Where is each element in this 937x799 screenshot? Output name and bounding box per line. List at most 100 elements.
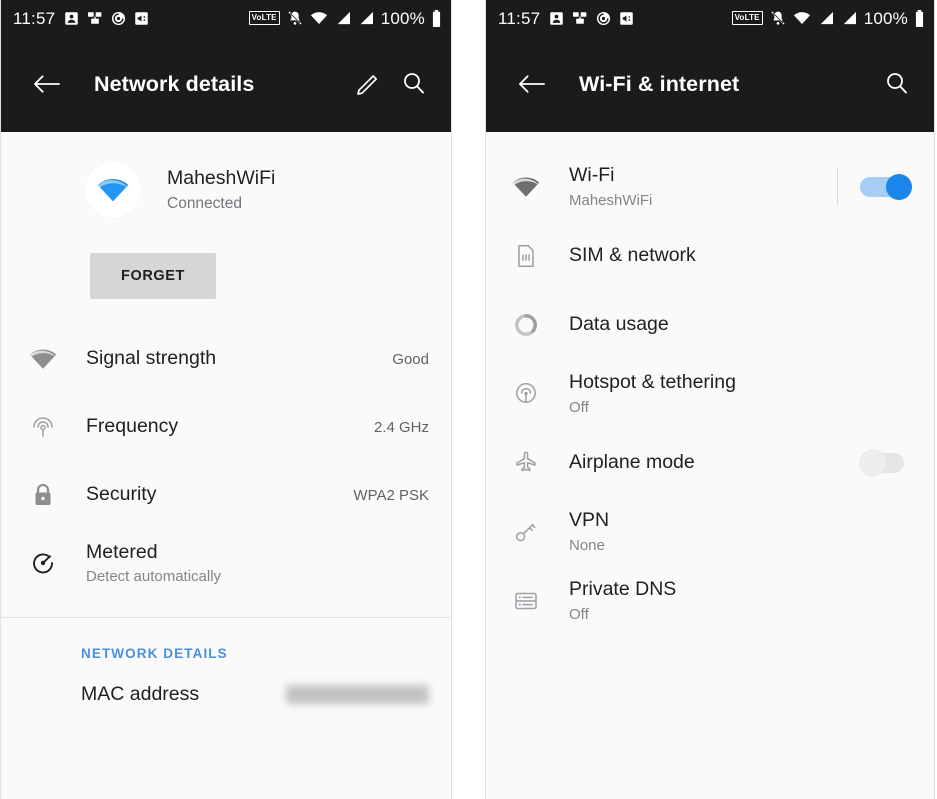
row-value: WPA2 PSK [353, 486, 429, 504]
airplane-mode-toggle[interactable] [860, 449, 912, 476]
row-title: Metered [86, 540, 158, 563]
wifi-signal-icon [23, 348, 63, 370]
toggle-thumb [860, 449, 886, 476]
mac-address-value-redacted [286, 685, 429, 704]
row-subtitle: Off [569, 398, 589, 416]
row-body: Security [86, 483, 341, 506]
list-item[interactable]: Hotspot & tethering Off [486, 359, 934, 428]
row-title: Frequency [86, 415, 179, 438]
row-body: Private DNS Off [569, 578, 912, 622]
notifications-muted-icon [770, 10, 786, 26]
row-body: Frequency [86, 415, 362, 438]
status-left-icons [549, 11, 642, 26]
media-icon [134, 11, 149, 26]
mac-address-label: MAC address [81, 683, 200, 705]
screen-record-icon [111, 11, 126, 26]
pencil-icon[interactable] [345, 65, 391, 103]
list-item[interactable]: Wi-Fi MaheshWiFi [486, 152, 934, 221]
row-title: SIM & network [569, 243, 696, 266]
wifi-icon [310, 11, 328, 25]
battery-icon [432, 9, 441, 27]
battery-percent-label: 100% [863, 8, 908, 28]
row-value: 2.4 GHz [373, 418, 429, 436]
row-body: Signal strength [86, 347, 380, 370]
row-subtitle: MaheshWiFi [569, 191, 653, 209]
left-content: MaheshWiFi Connected FORGET Signal stren… [1, 132, 451, 799]
appbar-right: Wi-Fi & internet [486, 36, 934, 132]
list-item[interactable]: Data usage [486, 290, 934, 359]
list-item[interactable]: SIM & network [486, 221, 934, 290]
row-subtitle: None [569, 536, 605, 554]
row-body: VPN None [569, 509, 912, 553]
row-body: Airplane mode [569, 451, 860, 474]
speedometer-icon [23, 549, 63, 577]
row-body: Hotspot & tethering Off [569, 371, 912, 415]
search-icon[interactable] [874, 65, 920, 103]
toggle-divider [837, 167, 838, 206]
status-left-icons [64, 11, 157, 26]
sms-icon [87, 11, 103, 25]
wifi-icon [793, 11, 811, 25]
row-title: Private DNS [569, 578, 677, 601]
search-icon[interactable] [391, 65, 437, 103]
row-title: Wi-Fi [569, 164, 615, 187]
row-title: Security [86, 483, 157, 506]
row-title: Airplane mode [569, 450, 695, 473]
screen-record-icon [596, 11, 611, 26]
media-icon [619, 11, 634, 26]
row-subtitle: Detect automatically [86, 568, 222, 586]
back-arrow-icon[interactable] [508, 68, 555, 100]
status-right-icons: VoLTE 100% [242, 8, 441, 28]
row-title: Data usage [569, 312, 669, 335]
network-header: MaheshWiFi Connected [1, 132, 451, 218]
row-body: Metered Detect automatically [86, 541, 429, 585]
list-item[interactable]: VPN None [486, 497, 934, 566]
right-phone-panel: 11:57 VoLTE 100% Wi-Fi & internet Wi-Fi … [485, 0, 935, 799]
network-ssid: MaheshWiFi [167, 167, 276, 190]
wifi-signal-icon [506, 176, 546, 198]
forget-button-wrap: FORGET [1, 218, 451, 299]
row-subtitle: Off [569, 605, 589, 623]
volte-icon: VoLTE [248, 11, 280, 25]
table-row[interactable]: Metered Detect automatically [1, 529, 451, 597]
sim-card-icon [506, 242, 546, 270]
status-clock: 11:57 [13, 8, 56, 28]
mac-address-row[interactable]: MAC address [1, 661, 451, 706]
sms-icon [572, 11, 588, 25]
panel-gap [452, 0, 485, 799]
left-phone-panel: 11:57 VoLTE 100% Network details MaheshW… [0, 0, 452, 799]
table-row[interactable]: Security WPA2 PSK [1, 461, 451, 529]
wifi-toggle[interactable] [860, 173, 912, 200]
vpn-key-icon [506, 518, 546, 546]
section-header: NETWORK DETAILS [81, 646, 228, 661]
hotspot-icon [506, 380, 546, 408]
lock-icon [23, 481, 63, 509]
status-right-icons: VoLTE 100% [725, 8, 924, 28]
row-title: Hotspot & tethering [569, 371, 736, 394]
airplane-icon [506, 449, 546, 477]
settings-list: Wi-Fi MaheshWiFi SIM & network Data usag… [486, 132, 934, 635]
battery-percent-label: 100% [380, 8, 425, 28]
table-row[interactable]: Signal strength Good [1, 325, 451, 393]
battery-icon [915, 9, 924, 27]
status-bar-right: 11:57 VoLTE 100% [486, 0, 934, 36]
status-bar-left: 11:57 VoLTE 100% [1, 0, 451, 36]
page-title: Wi-Fi & internet [579, 71, 740, 96]
notifications-muted-icon [287, 10, 303, 26]
volte-icon: VoLTE [731, 11, 763, 25]
row-body: SIM & network [569, 244, 912, 267]
row-title: VPN [569, 509, 610, 532]
row-value: Good [392, 350, 429, 368]
status-clock: 11:57 [498, 8, 541, 28]
contact-icon [549, 11, 564, 26]
list-item[interactable]: Private DNS Off [486, 566, 934, 635]
network-texts: MaheshWiFi Connected [167, 167, 275, 212]
list-item[interactable]: Airplane mode [486, 428, 934, 497]
appbar-left: Network details [1, 36, 451, 132]
data-usage-icon [506, 311, 546, 339]
row-body: Wi-Fi MaheshWiFi [569, 164, 829, 208]
back-arrow-icon[interactable] [23, 68, 70, 100]
forget-button[interactable]: FORGET [90, 253, 217, 299]
network-state: Connected [167, 194, 242, 212]
table-row[interactable]: Frequency 2.4 GHz [1, 393, 451, 461]
